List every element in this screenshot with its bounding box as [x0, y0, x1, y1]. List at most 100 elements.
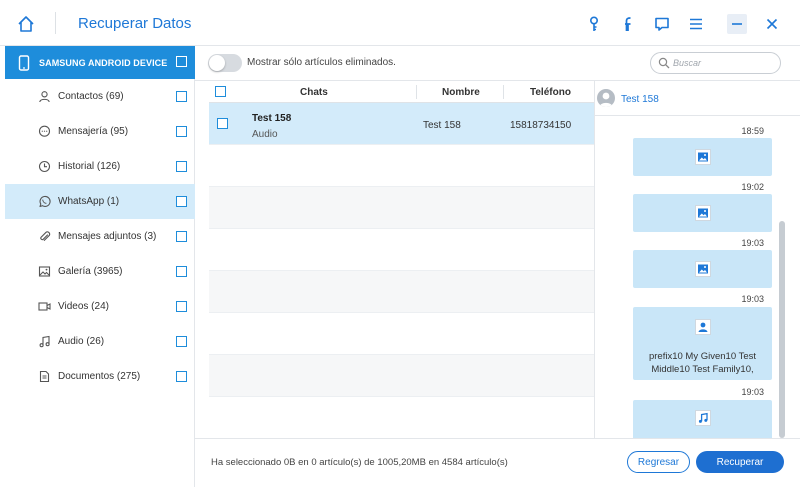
- search-input[interactable]: [673, 56, 773, 70]
- empty-table-row: [209, 187, 594, 229]
- device-name: SAMSUNG ANDROID DEVICE: [39, 57, 168, 68]
- facebook-icon[interactable]: [616, 14, 636, 34]
- device-checkbox[interactable]: [176, 56, 187, 67]
- chat-header: Test 158: [595, 81, 800, 116]
- image-message-bubble[interactable]: [633, 250, 772, 288]
- sidebar-item-label: Contactos (69): [58, 91, 124, 102]
- empty-table-row: [209, 313, 594, 355]
- chat-phone-cell: 15818734150: [510, 120, 572, 131]
- message-timestamp: 19:03: [741, 238, 764, 248]
- table-row[interactable]: Test 158 Audio Test 158 15818734150: [209, 103, 594, 145]
- search-box[interactable]: [650, 52, 781, 74]
- image-icon: [695, 261, 711, 277]
- empty-table-row: [209, 271, 594, 313]
- sidebar-item-contact[interactable]: Contactos (69): [5, 79, 195, 114]
- minimize-icon[interactable]: [727, 14, 747, 34]
- column-divider: [503, 85, 504, 99]
- sidebar-item-checkbox[interactable]: [176, 196, 187, 207]
- sidebar-item-label: Galería (3965): [58, 266, 123, 277]
- menu-icon[interactable]: [686, 14, 706, 34]
- avatar: [597, 89, 615, 107]
- sidebar-item-clock[interactable]: Historial (126): [5, 149, 195, 184]
- toggle-knob: [209, 55, 225, 71]
- image-icon: [695, 149, 711, 165]
- search-icon: [658, 57, 670, 69]
- sidebar-item-checkbox[interactable]: [176, 231, 187, 242]
- sidebar-item-video[interactable]: Videos (24): [5, 289, 195, 324]
- clock-icon: [37, 160, 51, 174]
- recover-button[interactable]: Recuperar: [696, 451, 784, 473]
- app-title: Recuperar Datos: [78, 15, 192, 32]
- select-all-checkbox[interactable]: [215, 86, 226, 97]
- sidebar: SAMSUNG ANDROID DEVICE Contactos (69) Men…: [0, 46, 195, 487]
- image-message-bubble[interactable]: [633, 194, 772, 232]
- title-bar: Recuperar Datos: [0, 0, 800, 46]
- message-list: 18:59 19:02 19:03 19:03 prefix10 My Given10 …: [595, 116, 800, 438]
- message-icon: [37, 125, 51, 139]
- sidebar-item-label: Historial (126): [58, 161, 121, 172]
- footer: Ha seleccionado 0B en 0 artículo(s) de 1…: [195, 438, 800, 487]
- contact-card-text: prefix10 My Given10 Test Middle10 Test F…: [648, 351, 756, 375]
- sidebar-item-attachment[interactable]: Mensajes adjuntos (3): [5, 219, 195, 254]
- sidebar-item-label: Mensajería (95): [58, 126, 129, 137]
- empty-table-row: [209, 355, 594, 397]
- category-list: Contactos (69) Mensajería (95) Historial (…: [5, 79, 195, 394]
- empty-table-row: [209, 397, 594, 439]
- sidebar-item-checkbox[interactable]: [176, 91, 187, 102]
- chat-title: Test 158: [252, 113, 292, 124]
- sidebar-item-label: WhatsApp (1): [58, 196, 120, 207]
- message-timestamp: 19:03: [741, 294, 764, 304]
- sidebar-item-music[interactable]: Audio (26): [5, 324, 195, 359]
- sidebar-item-label: Videos (24): [58, 301, 109, 312]
- sidebar-item-checkbox[interactable]: [176, 371, 187, 382]
- sidebar-item-whatsapp[interactable]: WhatsApp (1): [5, 184, 195, 219]
- sidebar-item-message[interactable]: Mensajería (95): [5, 114, 195, 149]
- contact-message-bubble[interactable]: prefix10 My Given10 Test Middle10 Test F…: [633, 307, 772, 380]
- chat-last-message: Audio: [252, 129, 278, 140]
- sidebar-item-checkbox[interactable]: [176, 266, 187, 277]
- image-message-bubble[interactable]: [633, 138, 772, 176]
- key-icon[interactable]: [584, 14, 604, 34]
- chats-table: Chats Nombre Teléfono Test 158 Audio Test …: [209, 81, 594, 439]
- attachment-icon: [37, 230, 51, 244]
- sidebar-item-checkbox[interactable]: [176, 301, 187, 312]
- row-checkbox[interactable]: [217, 118, 228, 129]
- document-icon: [37, 370, 51, 384]
- feedback-icon[interactable]: [652, 14, 672, 34]
- sidebar-item-label: Audio (26): [58, 336, 105, 347]
- phone-icon: [18, 54, 30, 71]
- audio-icon: [695, 410, 711, 426]
- close-icon[interactable]: [762, 14, 782, 34]
- sidebar-item-document[interactable]: Documentos (275): [5, 359, 195, 394]
- music-icon: [37, 335, 51, 349]
- contact-icon: [37, 90, 51, 104]
- message-timestamp: 19:03: [741, 387, 764, 397]
- column-header-phone[interactable]: Teléfono: [530, 87, 571, 98]
- video-icon: [37, 300, 51, 314]
- sidebar-item-checkbox[interactable]: [176, 126, 187, 137]
- sidebar-item-checkbox[interactable]: [176, 336, 187, 347]
- image-icon: [695, 205, 711, 221]
- chat-scrollbar[interactable]: [779, 221, 785, 438]
- chat-name-cell: Test 158: [423, 120, 461, 131]
- selection-status: Ha seleccionado 0B en 0 artículo(s) de 1…: [211, 457, 508, 468]
- title-divider: [55, 12, 56, 34]
- sidebar-item-image[interactable]: Galería (3965): [5, 254, 195, 289]
- back-button[interactable]: Regresar: [627, 451, 690, 473]
- message-timestamp: 18:59: [741, 126, 764, 136]
- empty-table-row: [209, 229, 594, 271]
- contact-card-icon: [695, 319, 711, 335]
- sidebar-item-label: Documentos (275): [58, 371, 141, 382]
- message-timestamp: 19:02: [741, 182, 764, 192]
- column-header-name[interactable]: Nombre: [442, 87, 480, 98]
- device-header[interactable]: SAMSUNG ANDROID DEVICE: [5, 46, 195, 79]
- column-header-chats[interactable]: Chats: [300, 87, 328, 98]
- deleted-only-toggle[interactable]: [208, 54, 242, 72]
- audio-message-bubble[interactable]: [633, 400, 772, 438]
- chat-panel: Test 158 18:59 19:02 19:03 19:03 prefix10 My…: [594, 81, 800, 438]
- sidebar-item-checkbox[interactable]: [176, 161, 187, 172]
- deleted-only-label: Mostrar sólo artículos eliminados.: [247, 57, 396, 68]
- whatsapp-icon: [37, 195, 51, 209]
- table-body: Test 158 Audio Test 158 15818734150: [209, 103, 594, 439]
- home-icon[interactable]: [16, 14, 36, 34]
